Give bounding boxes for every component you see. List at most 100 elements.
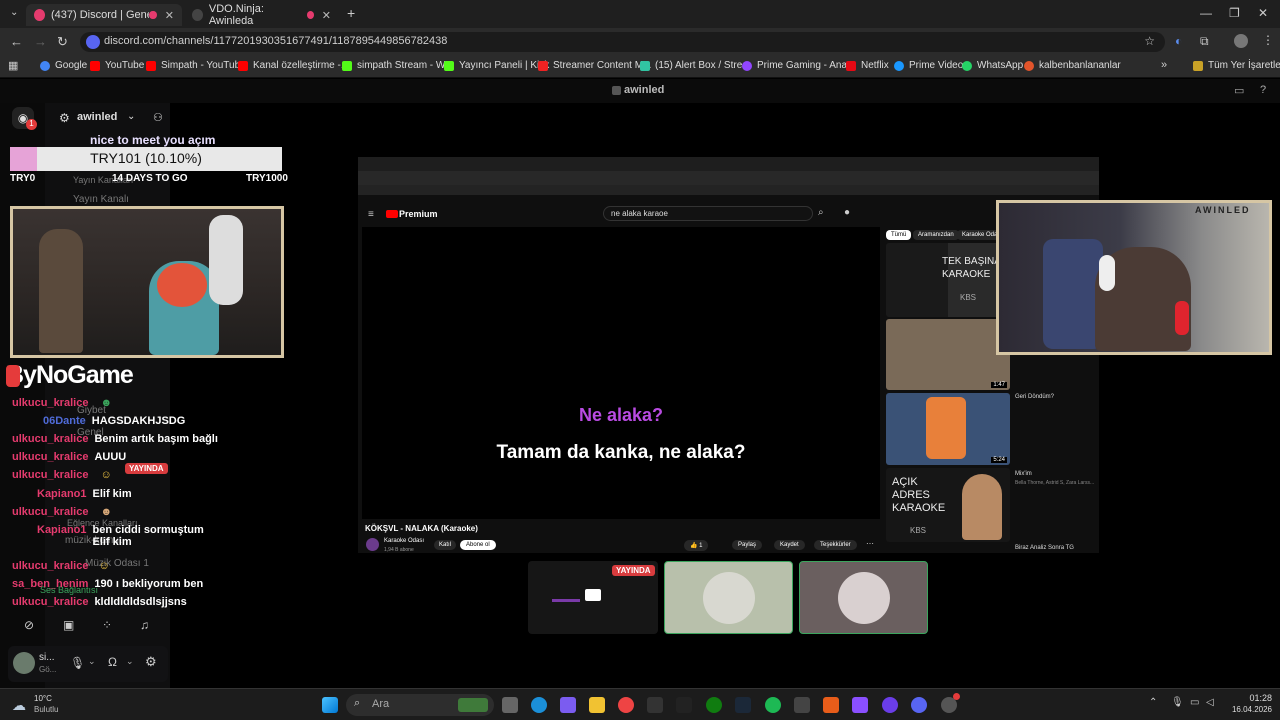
bookmark-simpath-youtube[interactable]: Simpath - YouTube bbox=[146, 60, 246, 71]
server-header-title[interactable]: awinled bbox=[77, 111, 117, 123]
xbox-icon[interactable] bbox=[706, 697, 722, 713]
obs-icon[interactable] bbox=[882, 697, 898, 713]
bookmark-star-icon[interactable]: ☆ bbox=[1144, 34, 1155, 48]
filter-chip-all[interactable]: Tümü bbox=[886, 230, 912, 240]
start-windows-icon[interactable] bbox=[322, 697, 338, 713]
recommended-title[interactable]: Mix'im bbox=[1015, 471, 1032, 477]
bookmark-streamer-content[interactable]: Streamer Content M... bbox=[538, 60, 651, 71]
edge-icon[interactable] bbox=[531, 697, 547, 713]
volume-icon[interactable]: ◁ bbox=[1206, 697, 1214, 708]
recommended-thumbnail[interactable]: TEK BAŞINA KARAOKE KBS bbox=[886, 243, 1010, 317]
minimize-icon[interactable]: — bbox=[1200, 6, 1212, 20]
extensions-puzzle-icon[interactable]: ⧉ bbox=[1200, 34, 1209, 49]
channel-item[interactable]: Yayın Kanalı bbox=[73, 194, 129, 205]
app-icon[interactable] bbox=[823, 697, 839, 713]
all-bookmarks[interactable]: Tüm Yer İşaretleri bbox=[1193, 60, 1280, 71]
tab-discord[interactable]: (437) Discord | Genel Sohbet ✕ bbox=[26, 4, 182, 26]
filter-chip[interactable]: Aramanızdan bbox=[913, 230, 959, 240]
bookmark-whatsapp[interactable]: WhatsApp bbox=[962, 60, 1023, 71]
activities-icon[interactable]: ⁘ bbox=[102, 618, 112, 632]
reload-icon[interactable]: ↻ bbox=[57, 34, 68, 50]
bookmark-kanal[interactable]: Kanal özelleştirme -... bbox=[238, 60, 349, 71]
avatar[interactable] bbox=[13, 652, 35, 674]
capcut-icon[interactable] bbox=[794, 697, 810, 713]
copilot-icon[interactable] bbox=[560, 697, 576, 713]
bookmark-simpath-stream[interactable]: simpath Stream - W... bbox=[342, 60, 453, 71]
steam-icon[interactable] bbox=[735, 697, 751, 713]
more-menu-icon[interactable]: ⋮ bbox=[1262, 33, 1274, 47]
microphone-icon[interactable]: 🎙 bbox=[70, 656, 85, 670]
settings-gear-icon[interactable]: ⚙ bbox=[145, 654, 157, 670]
maximize-icon[interactable]: ❐ bbox=[1229, 6, 1240, 20]
task-view-icon[interactable] bbox=[502, 697, 518, 713]
bookmark-alert-box[interactable]: (15) Alert Box / Stre... bbox=[640, 60, 751, 71]
help-icon[interactable]: ? bbox=[1260, 84, 1266, 96]
server-gear-icon[interactable]: ⚙ bbox=[59, 111, 70, 125]
participant-tile[interactable] bbox=[664, 561, 793, 634]
bookmark-prime-video[interactable]: Prime Video bbox=[894, 60, 963, 71]
apps-grid-icon[interactable]: ▦ bbox=[8, 59, 18, 72]
bookmark-youtube[interactable]: YouTube bbox=[90, 60, 144, 71]
join-button[interactable]: Katıl bbox=[434, 540, 457, 550]
bookmark-prime-gaming[interactable]: Prime Gaming - Ana... bbox=[742, 60, 855, 71]
spotify-icon[interactable] bbox=[765, 697, 781, 713]
video-player[interactable] bbox=[362, 227, 880, 519]
epic-games-icon[interactable] bbox=[647, 697, 663, 713]
file-explorer-icon[interactable] bbox=[589, 697, 605, 713]
soundboard-icon[interactable]: ♫ bbox=[140, 618, 149, 632]
inbox-icon[interactable]: ▭ bbox=[1234, 84, 1244, 97]
mic-icon[interactable]: ● bbox=[844, 207, 850, 218]
new-tab-icon[interactable]: + bbox=[347, 5, 355, 21]
bookmark-google[interactable]: Google bbox=[40, 60, 87, 71]
close-icon[interactable]: ✕ bbox=[322, 9, 331, 22]
chevron-down-icon[interactable]: ⌄ bbox=[88, 656, 96, 667]
bookmark-kalbenbanlananlar[interactable]: kalbenbanlananlar bbox=[1024, 60, 1121, 71]
network-icon[interactable]: ▭ bbox=[1190, 697, 1199, 708]
recommended-thumbnail[interactable]: 5:24 bbox=[886, 393, 1010, 465]
site-info-icon[interactable] bbox=[86, 35, 100, 49]
subscribe-button[interactable]: Abone ol bbox=[460, 540, 496, 550]
tray-mic-icon[interactable]: 🎙 bbox=[1171, 697, 1184, 708]
recommended-thumbnail[interactable]: AÇIK ADRES KARAOKE KBS bbox=[886, 468, 1010, 542]
search-icon[interactable]: ⌕ bbox=[818, 207, 824, 218]
headphones-icon[interactable]: Ω bbox=[108, 655, 117, 669]
weather-cloud-icon[interactable]: ☁ bbox=[12, 697, 26, 714]
tray-chevron-icon[interactable]: ⌃ bbox=[1149, 697, 1157, 708]
recommended-title[interactable]: Biraz Analiz Sonra TG bbox=[1015, 545, 1074, 551]
share-button[interactable]: Paylaş bbox=[732, 540, 763, 550]
chevron-down-icon[interactable]: ⌄ bbox=[126, 656, 134, 667]
app-icon[interactable] bbox=[852, 697, 868, 713]
channel-avatar[interactable] bbox=[366, 538, 379, 551]
taskbar-search[interactable]: ⌕ Ara bbox=[346, 694, 494, 716]
clock-date[interactable]: 16.04.2026 bbox=[1224, 705, 1272, 714]
save-button[interactable]: Kaydet bbox=[774, 540, 805, 550]
clock-time[interactable]: 01:28 bbox=[1236, 693, 1272, 703]
more-actions-icon[interactable]: ⋯ bbox=[866, 539, 874, 548]
channel-name[interactable]: Karaoke Odası bbox=[384, 538, 424, 544]
bookmark-netflix[interactable]: Netflix bbox=[846, 60, 889, 71]
hamburger-icon[interactable]: ≡ bbox=[368, 209, 374, 220]
tab-vdo-ninja[interactable]: VDO.Ninja: Awinleda ✕ bbox=[184, 3, 339, 27]
thanks-button[interactable]: Teşekkürler bbox=[814, 540, 857, 550]
close-icon[interactable]: ✕ bbox=[165, 9, 174, 22]
youtube-search-input[interactable]: ne alaka karaoe bbox=[603, 206, 813, 221]
more-bookmarks-icon[interactable]: » bbox=[1161, 59, 1167, 71]
invite-user-icon[interactable]: ⚇ bbox=[153, 111, 163, 124]
bookmark-kick-panel[interactable]: Yayıncı Paneli | Kick bbox=[444, 60, 549, 71]
profile-avatar[interactable] bbox=[1234, 34, 1248, 48]
recommended-title[interactable]: Geri Döndüm? bbox=[1015, 394, 1054, 400]
camera-off-icon[interactable]: ⊘ bbox=[24, 618, 34, 632]
window-close-icon[interactable]: ✕ bbox=[1258, 6, 1268, 20]
tab-list-chevron-icon[interactable]: ⌄ bbox=[10, 7, 18, 18]
extension-icon[interactable]: ◐ bbox=[1175, 34, 1182, 48]
like-button[interactable]: 👍 1 bbox=[684, 540, 709, 551]
url-field[interactable]: discord.com/channels/1177201930351677491… bbox=[80, 32, 1165, 52]
screen-share-icon[interactable]: ▣ bbox=[63, 618, 74, 632]
discord-icon[interactable] bbox=[911, 697, 927, 713]
back-arrow-icon[interactable]: ← bbox=[10, 34, 23, 49]
forward-arrow-icon[interactable]: → bbox=[34, 34, 47, 49]
chevron-down-icon[interactable]: ⌄ bbox=[127, 111, 135, 122]
amazon-icon[interactable] bbox=[676, 697, 692, 713]
participant-tile[interactable] bbox=[799, 561, 928, 634]
recommended-thumbnail[interactable]: 1:47 bbox=[886, 319, 1010, 390]
